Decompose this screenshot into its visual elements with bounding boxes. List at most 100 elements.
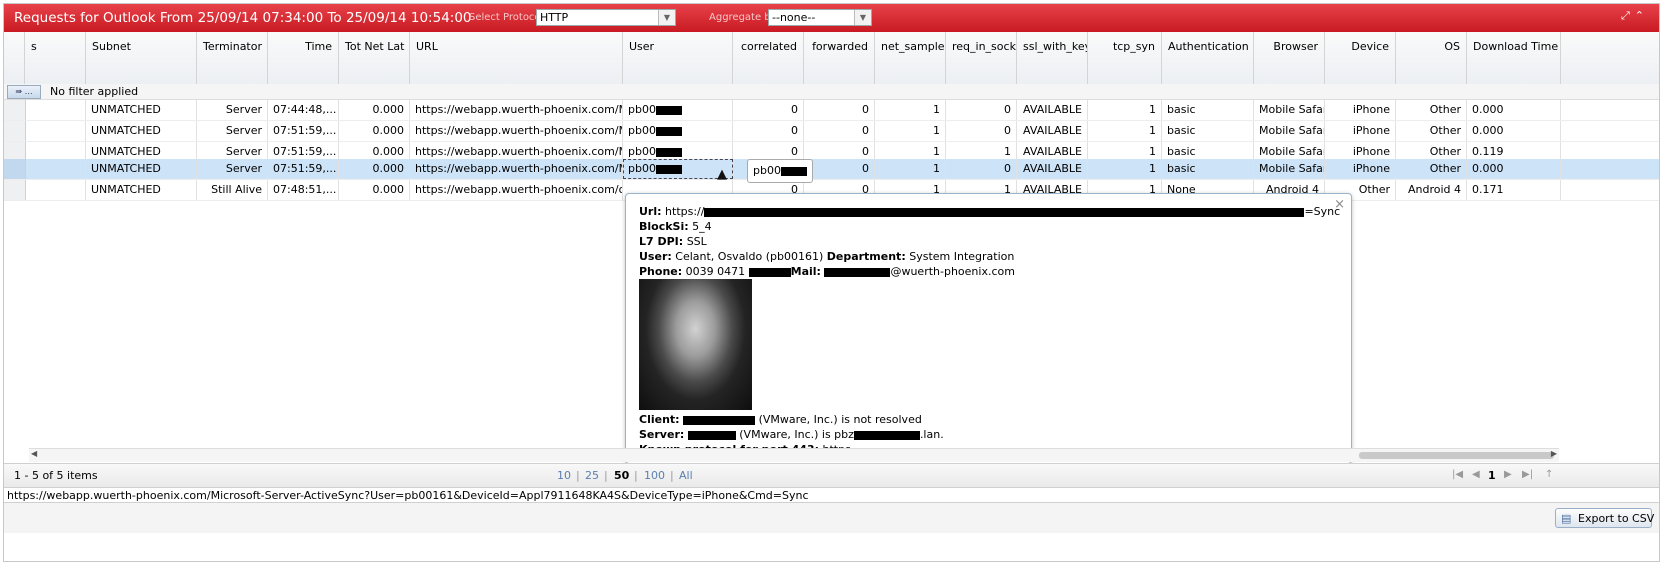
cell-terminator: Server [197,159,268,179]
table-row-selected[interactable]: UNMATCHED Server 07:51:59,... 0.000 http… [4,159,1659,180]
redaction [780,166,807,176]
redaction [824,267,891,277]
popup-phone-line: Phone: 0039 0471 Mail: @wuerth-phoenix.c… [639,265,1015,278]
cell-time: 07:51:59,... [268,159,339,179]
server-label: Server: [639,428,685,441]
chevron-down-icon[interactable]: ▼ [854,10,871,25]
row-marker[interactable] [4,159,26,179]
phone-label: Phone: [639,265,683,278]
popup-user-line: User: Celant, Osvaldo (pb00161) Departme… [639,250,1014,263]
current-page: 1 [1488,469,1496,482]
mail-label: Mail: [790,265,821,278]
cell-ssl-with-key: AVAILABLE [1017,121,1088,141]
next-page-icon[interactable]: ▶ [1504,469,1512,480]
cell-ssl-with-key: AVAILABLE [1017,159,1088,179]
filter-button-label: … [24,87,33,96]
cell-os: Android 4 [1396,180,1467,200]
column-header-tot-net-lat[interactable]: Tot Net Lat [339,32,410,84]
cell-req-in-sock: 0 [946,121,1017,141]
last-page-icon[interactable]: ▶| [1522,469,1533,480]
column-header-correlated[interactable]: correlated [733,32,804,84]
maximize-icon[interactable]: ⤢ [1621,9,1635,22]
redaction [853,430,920,440]
cell-device: iPhone [1325,100,1396,120]
column-header-forwarded[interactable]: forwarded [804,32,875,84]
cell-url: https://webapp.wuerth-phoenix.com/Mic... [410,121,623,141]
page-size-all[interactable]: All [679,469,693,482]
window-controls[interactable]: ⤢⌃ [1621,9,1649,23]
page-size-100[interactable]: 100 [644,469,665,482]
redaction [704,207,1305,217]
page-size-25[interactable]: 25 [585,469,599,482]
column-header-browser[interactable]: Browser [1254,32,1325,84]
row-marker[interactable] [4,121,26,141]
cell-authentication: basic [1162,121,1254,141]
l7-label: L7 DPI: [639,235,684,248]
cell-tcp-syn: 1 [1088,100,1162,120]
table-row[interactable]: UNMATCHED Server 07:44:48,... 0.000 http… [4,100,1659,121]
cell-download-time: 0.171 [1467,180,1561,200]
cell-tcp-syn: 1 [1088,159,1162,179]
cell-s [25,180,86,200]
column-header-subnet[interactable]: Subnet [86,32,197,84]
chevron-down-icon[interactable]: ▼ [658,10,675,25]
first-page-icon[interactable]: |◀ [1452,469,1463,480]
scroll-right-icon[interactable]: ▶ [1551,449,1557,458]
cell-os: Other [1396,159,1467,179]
cell-url: https://webapp.wuerth-phoenix.com/Mic... [410,100,623,120]
collapse-icon[interactable]: ⌃ [1635,9,1649,22]
server-suffix: .lan. [919,428,944,441]
column-header-url[interactable]: URL [410,32,623,84]
column-header-user[interactable]: User [623,32,733,84]
scrollbar-thumb[interactable] [1359,452,1554,459]
row-number-header [4,32,25,84]
cell-user-text: pb00 [628,145,656,158]
row-marker[interactable] [4,180,26,200]
column-header-net-samples[interactable]: net_samples [875,32,946,84]
cell-tcp-syn: 1 [1088,121,1162,141]
prev-page-icon[interactable]: ◀ [1472,469,1480,480]
cell-user[interactable]: pb00 [623,100,733,120]
client-value: (VMware, Inc.) is not resolved [758,413,922,426]
department-label: Department: [826,250,906,263]
cell-browser: Mobile Safari [1254,159,1325,179]
scroll-left-icon[interactable]: ◀ [31,449,37,458]
page-size-10[interactable]: 10 [557,469,571,482]
column-header-time[interactable]: Time [268,32,339,84]
refresh-icon[interactable]: ↑ [1545,469,1553,480]
column-header-device[interactable]: Device [1325,32,1396,84]
redaction [683,415,756,425]
horizontal-scrollbar[interactable]: ◀ ▶ [29,448,1559,462]
protocol-value: HTTP [540,11,569,24]
column-header-tcp-syn[interactable]: tcp_syn [1088,32,1162,84]
column-header-authentication[interactable]: Authentication [1162,32,1254,84]
cell-time: 07:44:48,... [268,100,339,120]
filter-button[interactable]: ⇛ … [7,85,41,99]
cell-s [25,100,86,120]
export-csv-button[interactable]: ▤ Export to CSV [1555,508,1654,528]
separator: | [670,469,674,482]
column-header-ssl-with-key[interactable]: ssl_with_key [1017,32,1088,84]
row-marker[interactable] [4,100,26,120]
column-header-os[interactable]: OS [1396,32,1467,84]
column-header-download-time[interactable]: Download Time [1467,32,1561,84]
cell-os: Other [1396,100,1467,120]
table-row[interactable]: UNMATCHED Server 07:51:59,... 0.000 http… [4,121,1659,142]
phone-value: 0039 0471 [685,265,746,278]
protocol-select[interactable]: HTTP ▼ [536,9,676,26]
redaction [655,105,682,115]
cell-authentication: basic [1162,100,1254,120]
filter-status: No filter applied [50,85,139,98]
cell-req-in-sock: 0 [946,100,1017,120]
column-header-s[interactable]: s [25,32,86,84]
cell-net-samples: 1 [875,121,946,141]
page-size-50[interactable]: 50 [614,469,629,482]
popup-url-line: Url: https:// =Sync [639,205,1340,218]
column-header-req-in-sock[interactable]: req_in_sock [946,32,1017,84]
aggregate-select[interactable]: --none-- ▼ [768,9,872,26]
window-title: Requests for Outlook From 25/09/14 07:34… [14,10,472,26]
cell-time: 07:48:51,... [268,180,339,200]
cell-user[interactable]: pb00 [623,121,733,141]
cell-req-in-sock: 0 [946,159,1017,179]
column-header-terminator[interactable]: Terminator [197,32,268,84]
